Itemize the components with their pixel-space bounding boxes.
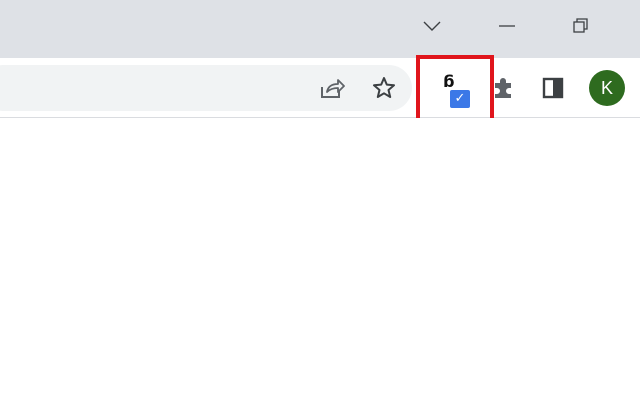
share-icon xyxy=(321,79,345,98)
minimize-icon xyxy=(499,25,515,27)
toolbar xyxy=(0,58,640,118)
browser-window: g ✓ K xyxy=(0,0,640,400)
restore-button[interactable] xyxy=(561,6,601,46)
restore-icon xyxy=(573,18,588,33)
share-button[interactable] xyxy=(314,70,350,106)
tab-search-button[interactable] xyxy=(412,6,452,46)
side-panel-button[interactable] xyxy=(535,70,571,106)
title-bar xyxy=(0,0,640,58)
address-bar[interactable] xyxy=(0,65,412,111)
puzzle-icon xyxy=(495,78,511,98)
side-panel-icon xyxy=(542,77,564,99)
bookmark-star-button[interactable] xyxy=(366,70,402,106)
page-content xyxy=(0,118,640,400)
checkmark-icon: ✓ xyxy=(450,90,470,108)
chevron-down-icon xyxy=(423,21,441,31)
star-icon xyxy=(373,77,395,98)
profile-avatar[interactable]: K xyxy=(589,70,625,106)
minimize-button[interactable] xyxy=(487,6,527,46)
extension-button[interactable]: g ✓ xyxy=(440,74,474,109)
extension-g-icon: g xyxy=(443,74,455,93)
